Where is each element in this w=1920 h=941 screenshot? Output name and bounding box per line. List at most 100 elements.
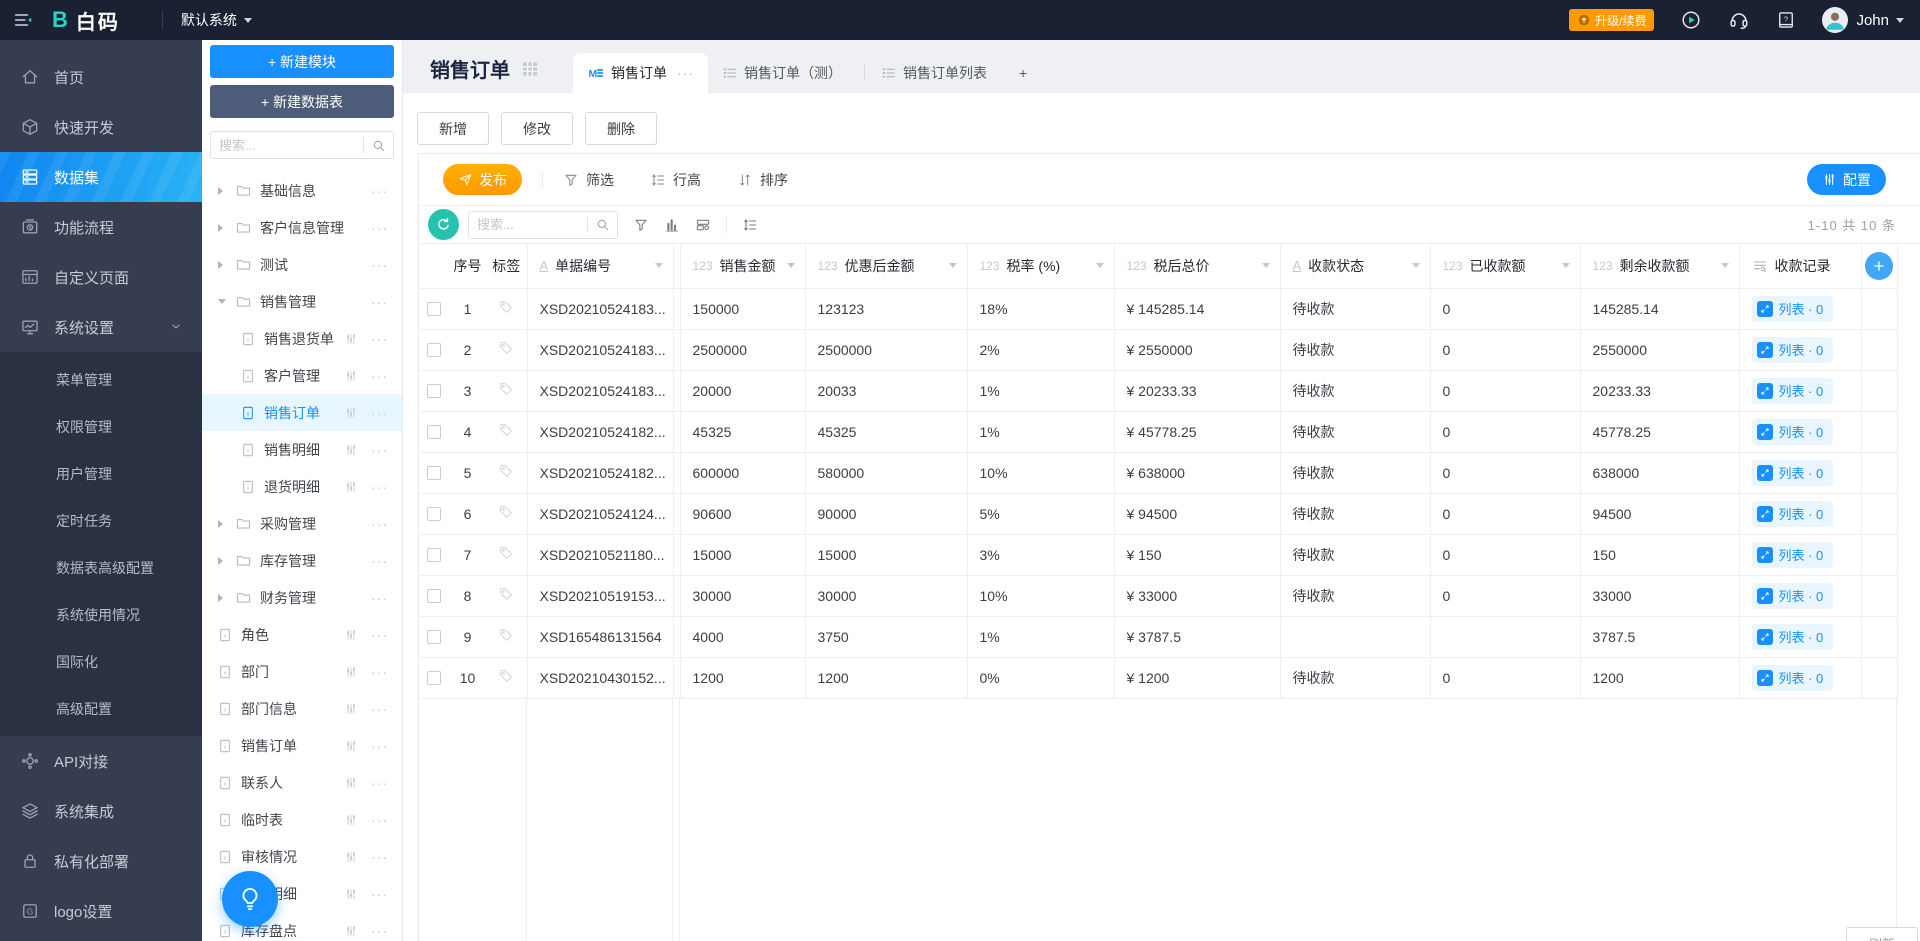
record-list-button[interactable]: 列表 · 0 — [1751, 459, 1834, 486]
publish-button[interactable]: 发布 — [443, 164, 522, 195]
tree-node-客户管理[interactable]: x 客户管理 ··· — [202, 357, 402, 394]
total-with-tax-cell[interactable]: ¥ 2550000 — [1114, 329, 1281, 371]
tree-search-input[interactable] — [211, 137, 363, 153]
tab-2[interactable]: 销售订单列表 — [867, 53, 1007, 93]
more-options-icon[interactable]: ··· — [371, 258, 388, 272]
received-cell[interactable]: 0 — [1430, 288, 1581, 330]
received-cell[interactable]: 0 — [1430, 329, 1581, 371]
more-options-icon[interactable]: ··· — [371, 480, 388, 494]
status-cell[interactable]: 待收款 — [1280, 493, 1431, 535]
row-tag-cell[interactable] — [486, 493, 528, 535]
discounted-amount-cell[interactable]: 1200 — [805, 657, 968, 699]
more-options-icon[interactable]: ··· — [371, 184, 388, 198]
tax-rate-cell[interactable]: 10% — [967, 575, 1115, 617]
tree-node-销售退货单[interactable]: x 销售退货单 ··· — [202, 320, 402, 357]
grip-icon[interactable] — [344, 665, 358, 679]
more-options-icon[interactable]: ··· — [371, 850, 388, 864]
tree-node-销售明细[interactable]: x 销售明细 ··· — [202, 431, 402, 468]
grip-icon[interactable] — [344, 332, 358, 346]
sale-amount-cell[interactable]: 45325 — [680, 411, 806, 453]
status-cell[interactable]: 待收款 — [1280, 288, 1431, 330]
submenu-item-6[interactable]: 国际化 — [0, 638, 202, 685]
total-with-tax-cell[interactable]: ¥ 94500 — [1114, 493, 1281, 535]
tree-node-财务管理[interactable]: 财务管理 ··· — [202, 579, 402, 616]
discounted-amount-cell[interactable]: 20033 — [805, 370, 968, 412]
remaining-cell[interactable]: 45778.25 — [1580, 411, 1740, 453]
tax-rate-cell[interactable]: 0% — [967, 657, 1115, 699]
more-options-icon[interactable]: ··· — [371, 295, 388, 309]
row-checkbox[interactable] — [427, 301, 441, 316]
tax-rate-cell[interactable]: 1% — [967, 370, 1115, 412]
total-with-tax-cell[interactable]: ¥ 638000 — [1114, 452, 1281, 494]
action-button-0[interactable]: 新增 — [417, 112, 489, 145]
column-header-单据编号[interactable]: A 单据编号 — [527, 244, 674, 289]
grip-icon[interactable] — [344, 480, 358, 494]
row-checkbox[interactable] — [427, 465, 441, 480]
more-options-icon[interactable]: ··· — [371, 702, 388, 716]
sidebar-item-5[interactable]: 系统设置 — [0, 302, 202, 352]
action-button-2[interactable]: 删除 — [585, 112, 657, 145]
sort-caret-icon[interactable] — [1095, 263, 1104, 269]
help-manual-icon[interactable]: ? — [1776, 10, 1796, 30]
hint-lightbulb-button[interactable] — [222, 871, 278, 927]
remaining-cell[interactable]: 33000 — [1580, 575, 1740, 617]
status-cell[interactable]: 待收款 — [1280, 575, 1431, 617]
column-header-add[interactable] — [1861, 244, 1898, 289]
more-options-icon[interactable]: ··· — [371, 739, 388, 753]
sale-amount-cell[interactable]: 1200 — [680, 657, 806, 699]
discounted-amount-cell[interactable]: 30000 — [805, 575, 968, 617]
more-options-icon[interactable]: ··· — [371, 665, 388, 679]
order-no-cell[interactable]: XSD20210524182... — [527, 411, 674, 453]
sidebar-item-3[interactable]: 功能流程 — [0, 202, 202, 252]
column-header-spacer[interactable] — [673, 244, 681, 289]
record-list-button[interactable]: 列表 · 0 — [1751, 418, 1834, 445]
search-icon[interactable] — [595, 217, 610, 232]
received-cell[interactable]: 0 — [1430, 534, 1581, 576]
tax-rate-cell[interactable]: 18% — [967, 288, 1115, 330]
record-list-button[interactable]: 列表 · 0 — [1751, 664, 1834, 691]
discounted-amount-cell[interactable]: 90000 — [805, 493, 968, 535]
row-checkbox[interactable] — [427, 547, 441, 562]
status-cell[interactable]: 待收款 — [1280, 329, 1431, 371]
play-video-icon[interactable] — [1680, 9, 1702, 31]
sidebar-item-2[interactable]: 数据集 — [0, 152, 202, 202]
remaining-cell[interactable]: 2550000 — [1580, 329, 1740, 371]
row-checkbox[interactable] — [427, 342, 441, 357]
add-tab-button[interactable]: + — [1019, 53, 1027, 93]
action-button-1[interactable]: 修改 — [501, 112, 573, 145]
remaining-cell[interactable]: 145285.14 — [1580, 288, 1740, 330]
tree-node-审核情况[interactable]: x 审核情况 ··· — [202, 838, 402, 875]
sidebar-item-9[interactable]: Glogo设置 — [0, 886, 202, 936]
status-cell[interactable]: 待收款 — [1280, 370, 1431, 412]
order-no-cell[interactable]: XSD20210524183... — [527, 370, 674, 412]
sort-caret-icon[interactable] — [1411, 263, 1420, 269]
tax-rate-cell[interactable]: 2% — [967, 329, 1115, 371]
tax-rate-cell[interactable]: 5% — [967, 493, 1115, 535]
discounted-amount-cell[interactable]: 15000 — [805, 534, 968, 576]
tree-node-联系人[interactable]: x 联系人 ··· — [202, 764, 402, 801]
grip-icon[interactable] — [344, 702, 358, 716]
new-module-button[interactable]: + 新建模块 — [210, 45, 394, 78]
more-options-icon[interactable]: ··· — [371, 554, 388, 568]
more-options-icon[interactable]: ··· — [371, 443, 388, 457]
sidebar-item-1[interactable]: 快速开发 — [0, 102, 202, 152]
tree-node-基础信息[interactable]: 基础信息 ··· — [202, 172, 402, 209]
order-no-cell[interactable]: XSD165486131564 — [527, 616, 674, 658]
sale-amount-cell[interactable]: 600000 — [680, 452, 806, 494]
order-no-cell[interactable]: XSD20210519153... — [527, 575, 674, 617]
sidebar-item-4[interactable]: 自定义页面 — [0, 252, 202, 302]
discounted-amount-cell[interactable]: 45325 — [805, 411, 968, 453]
more-options-icon[interactable]: ··· — [371, 813, 388, 827]
submenu-item-0[interactable]: 菜单管理 — [0, 356, 202, 403]
more-options-icon[interactable]: ··· — [371, 221, 388, 235]
row-tag-cell[interactable] — [486, 452, 528, 494]
grip-icon[interactable] — [344, 739, 358, 753]
order-no-cell[interactable]: XSD20210524124... — [527, 493, 674, 535]
column-header-标签[interactable]: 标签 — [486, 244, 528, 289]
tax-rate-cell[interactable]: 3% — [967, 534, 1115, 576]
caret-right-icon[interactable] — [218, 260, 223, 269]
row-tag-cell[interactable] — [486, 575, 528, 617]
grip-icon[interactable] — [344, 887, 358, 901]
record-list-button[interactable]: 列表 · 0 — [1751, 336, 1834, 363]
order-no-cell[interactable]: XSD20210430152... — [527, 657, 674, 699]
